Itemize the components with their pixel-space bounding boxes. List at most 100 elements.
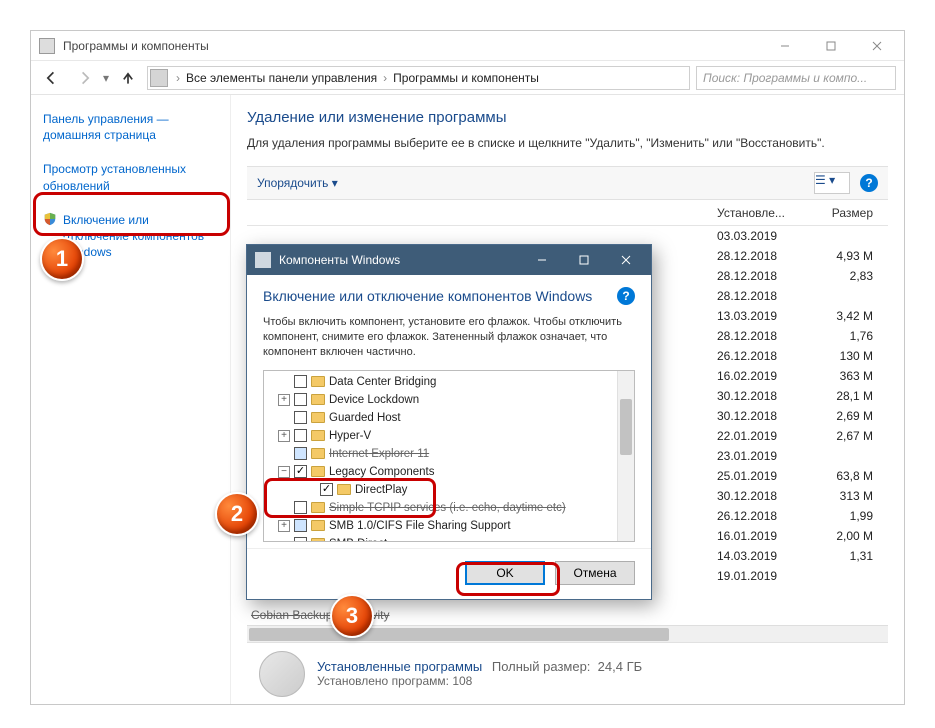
step-badge-2: 2 xyxy=(215,492,259,536)
search-input[interactable]: Поиск: Программы и компо... xyxy=(696,66,896,90)
cancel-button[interactable]: Отмена xyxy=(555,561,635,585)
checkbox[interactable] xyxy=(294,537,307,542)
tree-item[interactable]: DirectPlay xyxy=(264,481,634,499)
checkbox[interactable] xyxy=(294,375,307,388)
dialog-description: Чтобы включить компонент, установите его… xyxy=(263,315,635,360)
sidebar: Панель управления — домашняя страница Пр… xyxy=(31,95,231,704)
chevron-right-icon: › xyxy=(381,71,389,85)
dialog-minimize-button[interactable] xyxy=(521,246,563,274)
view-mode-button[interactable]: ☰ ▾ xyxy=(814,172,850,194)
folder-icon xyxy=(337,484,351,495)
dialog-titlebar[interactable]: Компоненты Windows xyxy=(247,245,651,275)
folder-icon xyxy=(311,466,325,477)
scroll-thumb[interactable] xyxy=(249,628,669,641)
maximize-button[interactable] xyxy=(808,32,854,60)
window-icon xyxy=(39,38,55,54)
folder-icon xyxy=(311,448,325,459)
step-badge-3: 3 xyxy=(330,594,374,638)
recent-dropdown-icon[interactable]: ▾ xyxy=(103,71,109,85)
back-button[interactable] xyxy=(39,65,65,91)
page-heading: Удаление или изменение программы xyxy=(247,109,888,126)
tree-item-label: SMB 1.0/CIFS File Sharing Support xyxy=(329,520,511,532)
up-button[interactable] xyxy=(115,65,141,91)
folder-icon xyxy=(311,520,325,531)
window-controls xyxy=(762,32,900,60)
col-size[interactable]: Размер xyxy=(807,206,877,220)
checkbox[interactable] xyxy=(294,411,307,424)
tree-item[interactable]: SMB Direct xyxy=(264,535,634,542)
tree-item-label: Data Center Bridging xyxy=(329,376,436,388)
tree-item-label: SMB Direct xyxy=(329,538,387,542)
breadcrumb-icon xyxy=(150,69,168,87)
sidebar-link-home[interactable]: Панель управления — домашняя страница xyxy=(39,109,222,145)
dialog-maximize-button[interactable] xyxy=(563,246,605,274)
col-installed[interactable]: Установле... xyxy=(717,206,807,220)
breadcrumb-leaf[interactable]: Программы и компоненты xyxy=(389,71,543,85)
chevron-right-icon: › xyxy=(174,71,182,85)
window-title: Программы и компоненты xyxy=(63,39,762,53)
tree-item-label: Simple TCPIP services (i.e. echo, daytim… xyxy=(329,502,566,514)
help-icon[interactable]: ? xyxy=(860,174,878,192)
tree-item-label: DirectPlay xyxy=(355,484,407,496)
tree-item-label: Device Lockdown xyxy=(329,394,419,406)
expand-icon[interactable]: + xyxy=(278,430,290,442)
tree-item-label: Guarded Host xyxy=(329,412,401,424)
folder-icon xyxy=(311,394,325,405)
folder-icon xyxy=(311,412,325,423)
sidebar-link-label: Включение или отключение компонентов Win… xyxy=(63,212,218,261)
disc-icon xyxy=(259,651,305,697)
tree-scroll-thumb[interactable] xyxy=(620,399,632,455)
dialog-close-button[interactable] xyxy=(605,246,647,274)
sidebar-link-updates[interactable]: Просмотр установленных обновлений xyxy=(39,159,222,195)
tree-item[interactable]: + Hyper-V xyxy=(264,427,634,445)
dialog-heading: Включение или отключение компонентов Win… xyxy=(263,287,635,305)
main-titlebar: Программы и компоненты xyxy=(31,31,904,61)
checkbox[interactable] xyxy=(294,447,307,460)
ok-button[interactable]: OK xyxy=(465,561,545,585)
dialog-button-row: OK Отмена xyxy=(247,548,651,599)
tree-vertical-scrollbar[interactable] xyxy=(617,371,634,541)
dialog-help-icon[interactable]: ? xyxy=(617,287,635,305)
breadcrumb-root[interactable]: Все элементы панели управления xyxy=(182,71,381,85)
collapse-icon[interactable]: − xyxy=(278,466,290,478)
checkbox[interactable] xyxy=(294,393,307,406)
shield-icon xyxy=(43,212,57,226)
expand-icon[interactable]: + xyxy=(278,520,290,532)
tree-item[interactable]: Internet Explorer 11 xyxy=(264,445,634,463)
feature-tree[interactable]: Data Center Bridging + Device Lockdown Guar… xyxy=(263,370,635,542)
folder-icon xyxy=(311,538,325,542)
checkbox[interactable] xyxy=(294,465,307,478)
status-footer: Установленные программы Полный размер: 2… xyxy=(247,642,888,704)
tree-item-label: Hyper-V xyxy=(329,430,371,442)
tree-item[interactable]: + SMB 1.0/CIFS File Sharing Support xyxy=(264,517,634,535)
forward-button[interactable] xyxy=(71,65,97,91)
tree-item[interactable]: Simple TCPIP services (i.e. echo, daytim… xyxy=(264,499,634,517)
step-badge-1: 1 xyxy=(40,237,84,281)
tree-item[interactable]: − Legacy Components xyxy=(264,463,634,481)
footer-title: Установленные программы xyxy=(317,659,482,674)
close-button[interactable] xyxy=(854,32,900,60)
tree-item-label: Legacy Components xyxy=(329,466,434,478)
checkbox[interactable] xyxy=(294,501,307,514)
dialog-icon xyxy=(255,252,271,268)
tree-item[interactable]: + Device Lockdown xyxy=(264,391,634,409)
checkbox[interactable] xyxy=(294,429,307,442)
dialog-title: Компоненты Windows xyxy=(279,253,521,267)
organize-button[interactable]: Упорядочить ▾ xyxy=(257,176,338,190)
table-row[interactable]: 03.03.2019 xyxy=(247,226,888,246)
checkbox[interactable] xyxy=(320,483,333,496)
folder-icon xyxy=(311,376,325,387)
checkbox[interactable] xyxy=(294,519,307,532)
tree-item[interactable]: Guarded Host xyxy=(264,409,634,427)
nav-toolbar: ▾ › Все элементы панели управления › Про… xyxy=(31,61,904,95)
tree-item-label: Internet Explorer 11 xyxy=(329,448,429,460)
tree-item[interactable]: Data Center Bridging xyxy=(264,373,634,391)
expand-icon[interactable]: + xyxy=(278,394,290,406)
minimize-button[interactable] xyxy=(762,32,808,60)
breadcrumb-bar[interactable]: › Все элементы панели управления › Прогр… xyxy=(147,66,690,90)
list-toolbar: Упорядочить ▾ ☰ ▾ ? xyxy=(247,166,888,200)
footer-text: Установленные программы Полный размер: 2… xyxy=(317,659,642,688)
folder-icon xyxy=(311,430,325,441)
list-header[interactable]: Установле... Размер xyxy=(247,200,888,226)
folder-icon xyxy=(311,502,325,513)
